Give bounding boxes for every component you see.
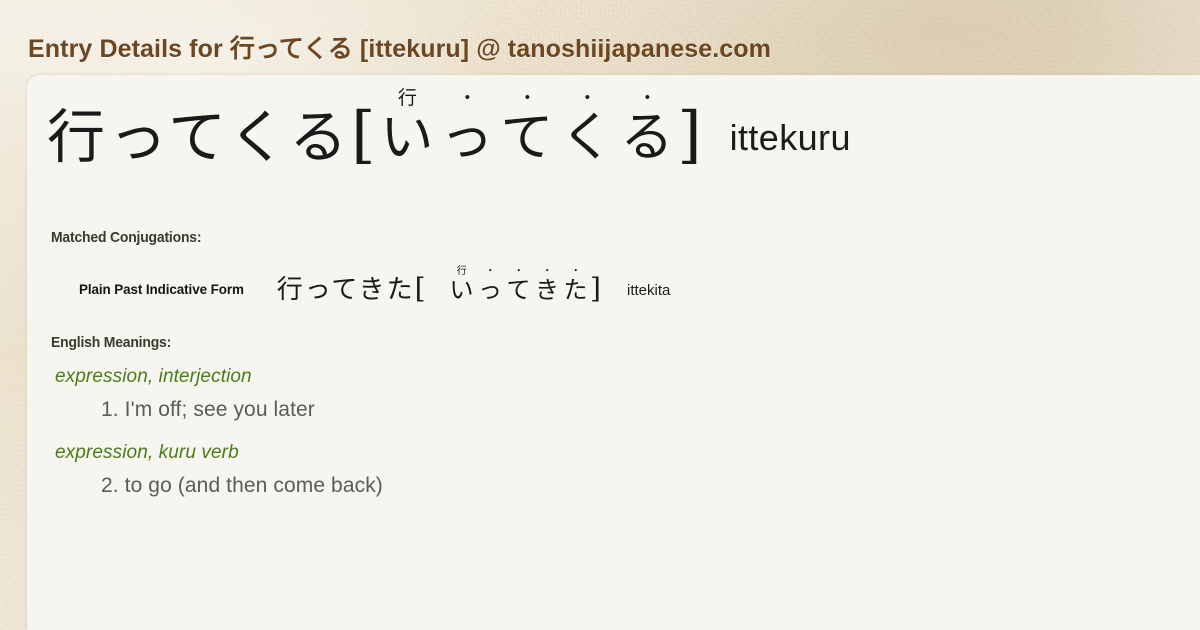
entry-details-card: 行ってくる [ 行い・っ・て・く・る ] ittekuru Matched Co…: [27, 75, 1200, 630]
conjugation-form-name: Plain Past Indicative Form: [79, 281, 244, 298]
ruby-unit: ・た: [562, 267, 591, 303]
english-meanings-label: English Meanings:: [51, 334, 172, 351]
ruby-base-kana: て: [506, 276, 532, 304]
headword-reading-furigana: 行い・っ・て・く・る: [377, 89, 677, 166]
ruby-dot: ・: [457, 87, 477, 109]
conjugation-romaji: ittekita: [626, 282, 671, 300]
ruby-unit: 行い: [377, 89, 437, 166]
ruby-kanji: 行: [397, 87, 417, 109]
conjugation-row[interactable]: Plain Past Indicative Form 行ってきた[ 行い・っ・て・き…: [79, 267, 1079, 306]
matched-conjugations-label: Matched Conjugations:: [51, 229, 202, 246]
ruby-base-kana: る: [620, 107, 675, 168]
ruby-base-kana: て: [500, 107, 555, 168]
headword-romaji: ittekuru: [729, 116, 851, 158]
ruby-unit: ・く: [557, 89, 617, 166]
ruby-base-kana: い: [380, 107, 435, 168]
meaning-definition: 1. I'm off; see you later: [101, 397, 315, 421]
conjugation-kanji: 行ってきた: [276, 275, 415, 306]
page-title: Entry Details for 行ってくる [ittekuru] @ tan…: [28, 35, 771, 63]
headword-kanji: 行ってくる: [47, 102, 352, 171]
headword-bracket-open: [: [351, 97, 376, 171]
meanings-list: expression, interjection 1. I'm off; see …: [51, 363, 1051, 515]
ruby-base-kana: た: [563, 276, 589, 304]
part-of-speech-tags: expression, kuru verb: [55, 442, 239, 464]
meaning-group: expression, interjection 1. I'm off; see …: [51, 363, 1051, 426]
part-of-speech-tags: expression, interjection: [55, 366, 252, 387]
ruby-base-kana: っ: [440, 107, 495, 168]
ruby-unit: 行い: [448, 267, 477, 303]
ruby-unit: ・て: [497, 89, 557, 166]
conjugation-reading-furigana: 行い・っ・て・き・た: [448, 267, 591, 303]
headword-row: 行ってくる [ 行い・っ・て・く・る ] ittekuru: [47, 89, 851, 166]
meaning-group: expression, kuru verb 2. to go (and then …: [51, 439, 1051, 502]
ruby-base-kana: き: [535, 276, 560, 304]
ruby-base-kana: く: [560, 107, 615, 168]
ruby-base-kana: っ: [478, 276, 503, 304]
conjugation-bracket-open: [: [414, 272, 426, 306]
ruby-base-kana: い: [449, 276, 475, 304]
conjugation-bracket-close: ]: [590, 272, 601, 306]
ruby-unit: ・て: [505, 267, 534, 303]
ruby-unit: ・っ: [437, 89, 497, 166]
ruby-unit: ・っ: [476, 267, 505, 303]
headword-bracket-close: ]: [677, 97, 702, 171]
ruby-dot: ・: [637, 87, 657, 109]
ruby-unit: ・き: [533, 267, 562, 303]
ruby-dot: ・: [577, 87, 597, 109]
ruby-unit: ・る: [617, 89, 677, 166]
meaning-definition: 2. to go (and then come back): [101, 473, 383, 497]
conjugation-list: Plain Past Indicative Form 行ってきた[ 行い・っ・て・き…: [79, 267, 1079, 306]
ruby-dot: ・: [517, 87, 537, 109]
